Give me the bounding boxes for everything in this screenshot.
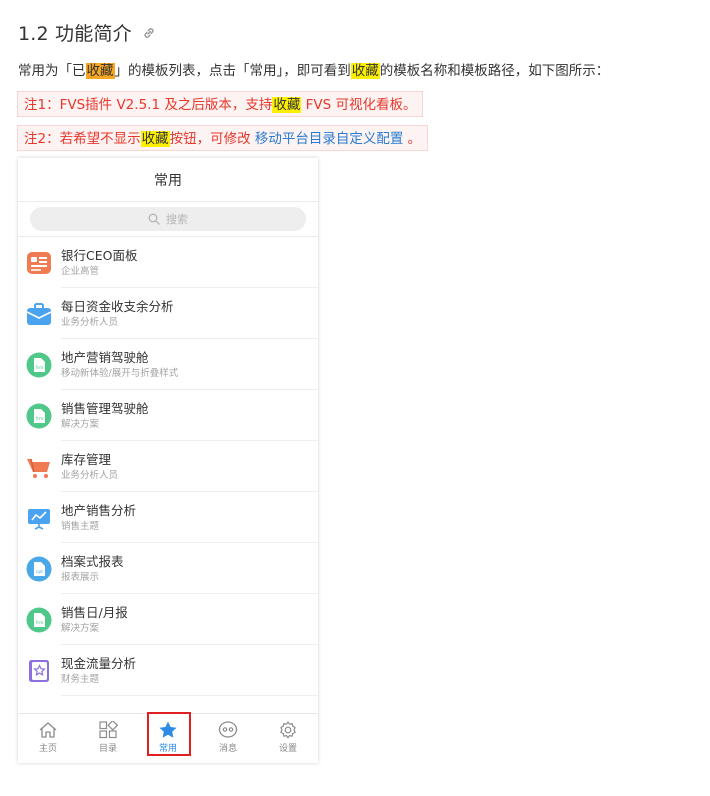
gear-icon: [280, 721, 296, 739]
presentation-icon: [26, 505, 52, 531]
frm-file-icon: frm: [26, 403, 52, 429]
tab-label: 消息: [218, 744, 237, 754]
note-2: 注2：若希望不显示收藏按钮，可修改 移动平台目录自定义配置 。: [17, 125, 429, 151]
list-item[interactable]: 库存管理 业务分析人员: [18, 441, 318, 492]
list-item[interactable]: 地产销售分析 销售主题: [18, 492, 318, 543]
list-item[interactable]: frm 地产营销驾驶舱 移动新体验/展开与折叠样式: [18, 339, 318, 390]
favorites-list: 银行CEO面板 企业高管 每日资金收支余分析 业务分析人员 frm 地产营销驾驶…: [18, 236, 318, 713]
item-title: 销售日/月报: [61, 604, 128, 620]
briefcase-icon: [26, 301, 52, 327]
list-item[interactable]: 现金流量分析 财务主题: [18, 645, 318, 696]
highlight-keyword: 收藏: [85, 63, 115, 79]
tab-label: 设置: [278, 744, 297, 754]
item-subtitle: 业务分析人员: [61, 469, 119, 481]
search-placeholder: 搜索: [166, 213, 188, 226]
svg-text:cpt: cpt: [36, 569, 43, 575]
note-1: 注1：FVS插件 V2.5.1 及之后版本，支持收藏 FVS 可视化看板。: [17, 91, 424, 117]
highlight-keyword: 收藏: [350, 63, 380, 79]
item-subtitle: 销售主题: [61, 520, 100, 532]
list-item[interactable]: frm 销售管理驾驶舱 解决方案: [18, 390, 318, 441]
item-title: 销售管理驾驶舱: [61, 400, 149, 416]
item-subtitle: 解决方案: [61, 622, 100, 634]
item-title: 档案式报表: [61, 553, 124, 569]
item-subtitle: 企业高管: [61, 265, 100, 277]
item-title: 银行CEO面板: [61, 247, 138, 263]
list-item[interactable]: cpt 档案式报表 报表展示: [18, 543, 318, 594]
list-item[interactable]: 每日资金收支余分析 业务分析人员: [18, 288, 318, 339]
dashboard-icon: [26, 250, 52, 276]
mobile-screenshot: 常用 搜索 银行CEO面板 企业高管 每日资金收支余分析 业务分析人员 frm …: [18, 158, 318, 763]
tab-settings[interactable]: 设置: [258, 714, 318, 763]
frm-file-icon: frm: [26, 352, 52, 378]
intro-paragraph: 常用为「已收藏」的模板列表，点击「常用」，即可看到收藏的模板名称和模板路径，如下…: [18, 63, 610, 79]
config-doc-link[interactable]: 移动平台目录自定义配置: [255, 131, 404, 147]
tab-catalog[interactable]: 目录: [78, 714, 138, 763]
cpt-file-icon: cpt: [26, 556, 52, 582]
item-title: 地产销售分析: [61, 502, 137, 518]
page-title: 1.2 功能简介: [18, 22, 132, 45]
tab-label: 目录: [98, 744, 117, 754]
tab-messages[interactable]: 消息: [198, 714, 258, 763]
highlight-keyword: 收藏: [272, 97, 302, 113]
message-icon: [218, 721, 238, 738]
item-title: 库存管理: [61, 451, 112, 467]
item-subtitle: 财务主题: [61, 673, 100, 685]
svg-text:frm: frm: [36, 620, 44, 626]
favorites-tab-annotation-box: [147, 712, 191, 756]
item-subtitle: 移动新体验/展开与折叠样式: [61, 367, 179, 379]
item-title: 地产营销驾驶舱: [61, 349, 149, 365]
frm-file-icon: frm: [26, 607, 52, 633]
anchor-link-icon[interactable]: [142, 25, 156, 39]
highlight-keyword: 收藏: [140, 131, 170, 147]
phone-header: 常用: [18, 158, 318, 202]
svg-text:frm: frm: [36, 365, 44, 371]
item-subtitle: 业务分析人员: [61, 316, 119, 328]
tab-label: 主页: [38, 744, 57, 754]
cart-icon: [26, 454, 52, 480]
catalog-icon: [99, 721, 118, 739]
list-item[interactable]: 银行CEO面板 企业高管: [18, 237, 318, 288]
home-icon: [39, 722, 57, 738]
phone-title: 常用: [154, 172, 182, 189]
section-heading: 1.2 功能简介: [18, 18, 156, 46]
item-subtitle: 报表展示: [61, 571, 100, 583]
item-title: 现金流量分析: [61, 655, 137, 671]
svg-text:frm: frm: [36, 416, 44, 422]
search-icon: [148, 213, 160, 225]
search-input[interactable]: 搜索: [30, 207, 306, 231]
tab-home[interactable]: 主页: [18, 714, 78, 763]
item-subtitle: 解决方案: [61, 418, 100, 430]
item-title: 每日资金收支余分析: [61, 298, 174, 314]
list-item[interactable]: frm 销售日/月报 解决方案: [18, 594, 318, 645]
star-book-icon: [26, 658, 52, 684]
